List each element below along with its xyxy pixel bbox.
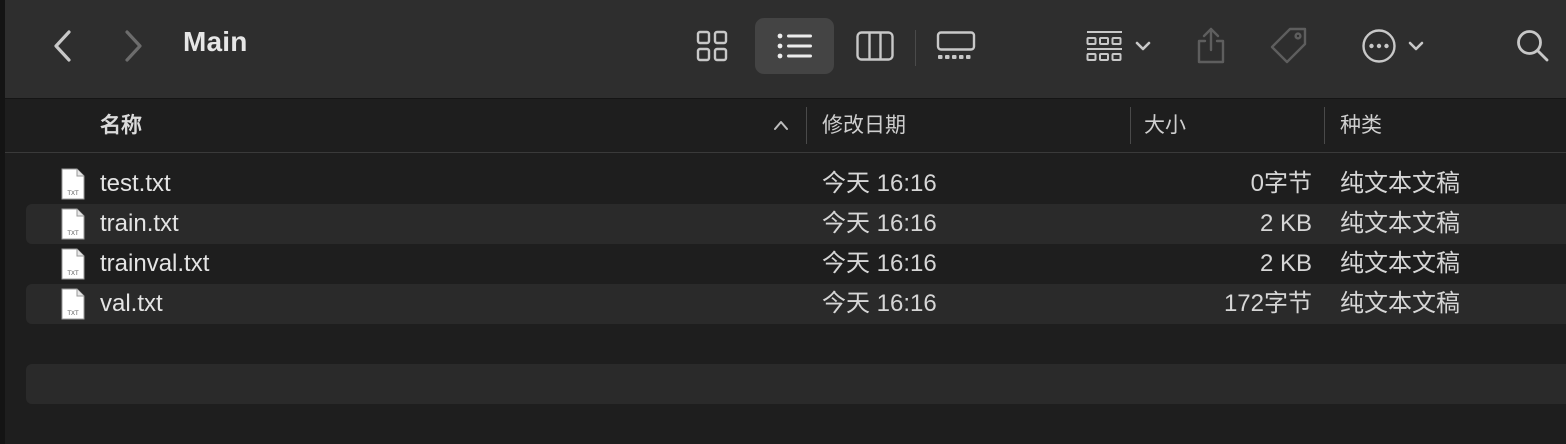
file-size: 2 KB [1259,250,1312,277]
window-title: Main [183,26,248,57]
column-header-size[interactable]: 大小 [1144,99,1186,152]
column-view-button[interactable] [853,0,897,92]
column-header-date[interactable]: 修改日期 [822,99,906,152]
back-button[interactable] [45,0,81,92]
file-name: train.txt [100,210,179,237]
search-icon [1517,30,1549,62]
file-row[interactable]: TXT train.txt 今天 16:16 2 KB 纯文本文稿 [26,204,1566,244]
share-icon [1197,27,1225,64]
more-icon [1362,29,1396,63]
file-name: test.txt [100,170,171,197]
gallery-view-icon [936,31,976,59]
file-kind: 纯文本文稿 [1340,210,1460,237]
text-file-icon: TXT [61,168,85,200]
file-name: val.txt [100,290,163,317]
file-date: 今天 16:16 [822,290,937,317]
file-date: 今天 16:16 [822,250,937,277]
more-button[interactable] [1353,0,1433,92]
sort-ascending-icon[interactable] [773,119,789,131]
chevron-down-icon [1135,41,1151,51]
file-name: trainval.txt [100,250,210,277]
file-row[interactable]: TXT val.txt 今天 16:16 172字节 纯文本文稿 [26,284,1566,324]
toolbar: Main [5,0,1566,99]
file-icon-label: TXT [67,271,79,277]
text-file-icon: TXT [61,208,85,240]
text-file-icon: TXT [61,288,85,320]
share-button[interactable] [1193,0,1229,92]
text-file-icon: TXT [61,248,85,280]
list-view-icon [777,33,812,59]
column-divider[interactable] [1130,107,1131,144]
file-row[interactable]: TXT test.txt 今天 16:16 0字节 纯文本文稿 [26,164,1566,204]
gallery-view-button[interactable] [933,0,979,92]
file-row[interactable]: TXT trainval.txt 今天 16:16 2 KB 纯文本文稿 [26,244,1566,284]
file-kind: 纯文本文稿 [1340,170,1460,197]
finder-window: Main 名称 修改日期 大小 种类 TXT test.txt 今天 16:16… [0,0,1566,444]
file-date: 今天 16:16 [822,210,937,237]
column-header-name[interactable]: 名称 [100,99,142,152]
tag-button[interactable] [1267,0,1311,92]
toolbar-divider [915,30,916,66]
file-date: 今天 16:16 [822,170,937,197]
column-header-kind[interactable]: 种类 [1340,99,1382,152]
grid-view-icon [696,30,728,62]
tag-icon [1270,27,1307,64]
list-view-button[interactable] [755,18,834,74]
icon-view-button[interactable] [691,0,733,92]
file-size: 2 KB [1259,210,1312,237]
chevron-right-icon [125,30,142,62]
group-button[interactable] [1079,0,1159,92]
empty-row-stripe [26,364,1566,404]
column-view-icon [856,31,894,61]
group-icon [1086,31,1122,61]
file-size: 0字节 [1250,170,1312,197]
column-header: 名称 修改日期 大小 种类 [5,99,1566,153]
column-divider[interactable] [806,107,807,144]
search-button[interactable] [1513,0,1553,92]
file-icon-label: TXT [67,311,79,317]
chevron-left-icon [54,30,71,62]
file-kind: 纯文本文稿 [1340,290,1460,317]
file-icon-label: TXT [67,231,79,237]
file-icon-label: TXT [67,191,79,197]
file-kind: 纯文本文稿 [1340,250,1460,277]
chevron-down-icon [1408,41,1424,51]
file-size: 172字节 [1223,290,1312,317]
forward-button[interactable] [115,0,151,92]
column-divider[interactable] [1324,107,1325,144]
